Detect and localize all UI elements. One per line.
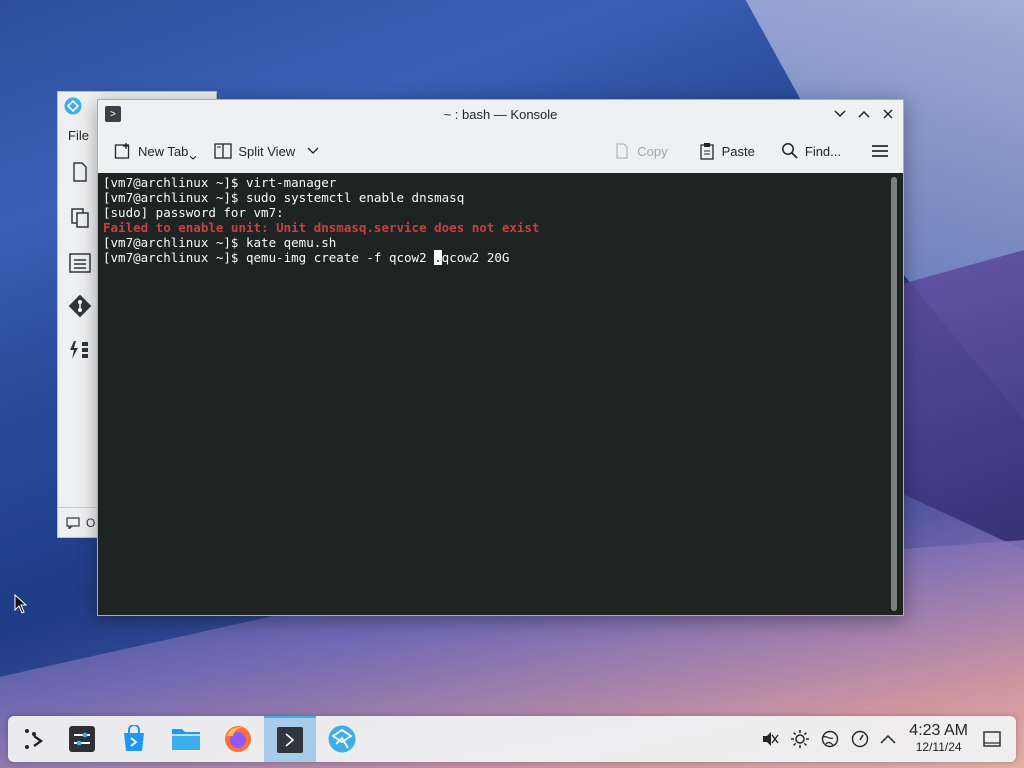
find-label: Find... bbox=[804, 143, 841, 159]
konsole-window[interactable]: > ~ : bash — Konsole New Tab Split View … bbox=[97, 99, 904, 616]
minimize-button[interactable] bbox=[831, 104, 849, 124]
konsole-titlebar[interactable]: > ~ : bash — Konsole bbox=[98, 100, 903, 129]
terminal-scrollbar[interactable] bbox=[891, 177, 897, 611]
terminal-current-line[interactable]: [vm7@archlinux ~]$ qemu-img create -f qc… bbox=[103, 250, 898, 265]
terminal-line: [vm7@archlinux ~]$ virt-manager bbox=[103, 175, 337, 190]
git-icon[interactable] bbox=[66, 292, 94, 320]
new-document-icon[interactable] bbox=[66, 158, 94, 186]
split-view-label: Split View bbox=[238, 143, 296, 159]
volume-muted-button[interactable] bbox=[756, 716, 784, 762]
taskbar-virt-manager[interactable] bbox=[316, 716, 368, 762]
gauge-icon bbox=[851, 730, 869, 748]
terminal-line: [vm7@archlinux ~]$ kate qemu.sh bbox=[103, 235, 337, 250]
paste-button[interactable]: Paste bbox=[692, 136, 761, 166]
network-button[interactable] bbox=[816, 716, 844, 762]
copy-documents-icon[interactable] bbox=[66, 204, 94, 232]
terminal-app-icon: > bbox=[105, 106, 121, 122]
comment-icon bbox=[66, 516, 80, 529]
command-text: [vm7@archlinux ~]$ qemu-img create -f qc… bbox=[103, 250, 435, 265]
maximize-button[interactable] bbox=[855, 104, 873, 124]
konsole-toolbar: New Tab Split View Copy Paste Find... bbox=[98, 129, 903, 173]
close-icon bbox=[883, 109, 893, 119]
terminal-area[interactable]: [vm7@archlinux ~]$ virt-manager [vm7@arc… bbox=[98, 173, 903, 615]
terminal-icon bbox=[277, 727, 303, 753]
split-view-button[interactable]: Split View bbox=[208, 136, 325, 166]
terminal-line: [vm7@archlinux ~]$ sudo systemctl enable… bbox=[103, 190, 465, 205]
scrollbar-thumb[interactable] bbox=[891, 177, 897, 611]
application-launcher-button[interactable] bbox=[8, 716, 60, 762]
taskbar-dolphin[interactable] bbox=[160, 716, 212, 762]
terminal-cursor: . bbox=[434, 250, 442, 265]
brightness-icon bbox=[791, 730, 809, 748]
new-tab-label: New Tab bbox=[138, 143, 189, 159]
close-button[interactable] bbox=[879, 104, 897, 124]
terminal-error-line: Failed to enable unit: Unit dnsmasq.serv… bbox=[103, 220, 540, 235]
taskbar: 4:23 AM 12/11/24 bbox=[8, 716, 1016, 762]
command-text: qcow2 20G bbox=[441, 250, 510, 265]
list-view-icon[interactable] bbox=[66, 249, 94, 277]
clock-date: 12/11/24 bbox=[915, 740, 962, 754]
new-tab-icon bbox=[114, 142, 132, 160]
digital-clock[interactable]: 4:23 AM 12/11/24 bbox=[909, 722, 968, 754]
copy-icon bbox=[613, 142, 631, 160]
taskbar-system-settings[interactable] bbox=[56, 716, 108, 762]
chevron-up-icon bbox=[858, 110, 870, 118]
chevron-down-icon bbox=[190, 156, 197, 160]
taskbar-konsole[interactable] bbox=[264, 716, 316, 762]
split-view-icon bbox=[214, 142, 232, 160]
copy-button[interactable]: Copy bbox=[607, 136, 673, 166]
search-icon bbox=[781, 142, 799, 160]
discover-store-icon bbox=[124, 725, 144, 751]
network-globe-icon bbox=[821, 730, 839, 748]
paste-label: Paste bbox=[721, 143, 755, 159]
power-profile-button[interactable] bbox=[846, 716, 874, 762]
chevron-up-icon bbox=[880, 734, 896, 744]
hamburger-menu-icon bbox=[872, 145, 888, 157]
symbols-outline-icon[interactable] bbox=[66, 336, 94, 364]
system-settings-icon bbox=[69, 726, 95, 752]
kde-launcher-icon bbox=[25, 729, 44, 749]
folder-icon bbox=[172, 729, 200, 750]
firefox-icon bbox=[225, 726, 251, 752]
virt-manager-icon bbox=[328, 725, 356, 753]
file-menu[interactable]: File bbox=[68, 128, 89, 143]
chevron-down-icon bbox=[834, 110, 846, 118]
paste-icon bbox=[698, 142, 716, 160]
terminal-line: [sudo] password for vm7: bbox=[103, 205, 284, 220]
show-desktop-icon bbox=[983, 731, 1001, 747]
find-button[interactable]: Find... bbox=[775, 136, 847, 166]
mouse-pointer-icon bbox=[14, 594, 28, 614]
window-title: ~ : bash — Konsole bbox=[443, 107, 558, 122]
taskbar-firefox[interactable] bbox=[212, 716, 264, 762]
new-tab-button[interactable]: New Tab bbox=[108, 136, 202, 166]
taskbar-discover[interactable] bbox=[108, 716, 160, 762]
hamburger-menu-button[interactable] bbox=[865, 136, 895, 166]
show-desktop-button[interactable] bbox=[978, 716, 1006, 762]
chevron-down-icon bbox=[307, 147, 319, 154]
speaker-muted-icon bbox=[763, 732, 779, 746]
brightness-button[interactable] bbox=[786, 716, 814, 762]
clock-time: 4:23 AM bbox=[909, 722, 968, 739]
app-logo-icon bbox=[64, 97, 82, 115]
show-hidden-icons-button[interactable] bbox=[874, 716, 902, 762]
copy-label: Copy bbox=[637, 143, 668, 159]
status-text: O bbox=[86, 515, 96, 530]
